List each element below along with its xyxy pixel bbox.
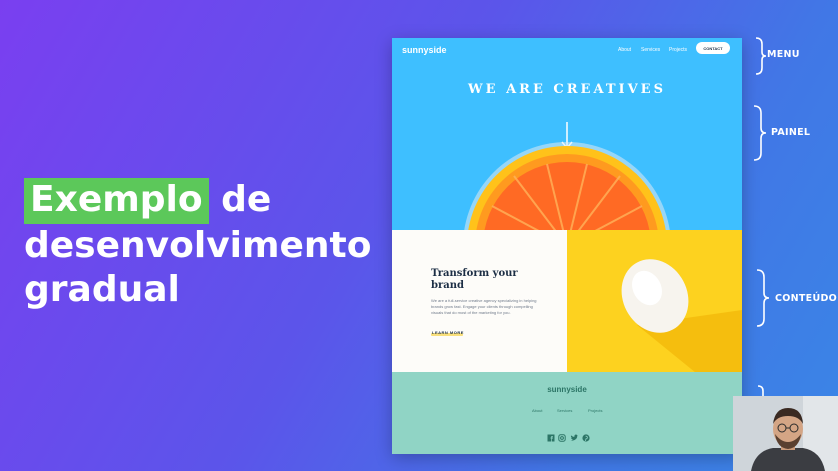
footer-logo[interactable]: sunnyside [392, 385, 742, 394]
pinterest-icon[interactable] [582, 434, 590, 442]
hero-title: WE ARE CREATIVES [468, 82, 666, 97]
title-highlight: Exemplo [24, 178, 209, 224]
hero-section: sunnyside About Services Projects CONTAC… [392, 38, 742, 230]
conteudo-bracket [756, 269, 770, 327]
footer: sunnyside About Services Projects [392, 372, 742, 454]
slide-title: Exemplo de desenvolvimento gradual [24, 178, 372, 312]
label-conteudo: CONTEÚDO [775, 293, 838, 304]
content-body: We are a full-service creative agency sp… [431, 298, 537, 315]
facebook-icon[interactable] [547, 434, 555, 442]
learn-more-link[interactable]: LEARN MORE [432, 330, 464, 335]
footer-link-projects[interactable]: Projects [588, 408, 602, 413]
egg-image [621, 259, 742, 372]
content-title: Transform your brand [431, 268, 518, 291]
website-mockup: sunnyside About Services Projects CONTAC… [392, 38, 742, 454]
contact-button[interactable]: CONTACT [696, 42, 730, 54]
egg-image-panel [567, 230, 742, 372]
instagram-icon[interactable] [558, 434, 566, 442]
nav-link-about[interactable]: About [618, 47, 631, 53]
nav-link-projects[interactable]: Projects [669, 47, 687, 53]
label-menu: MENU [767, 49, 800, 60]
orange-image [464, 142, 670, 230]
title-line2: desenvolvimento [24, 225, 372, 266]
painel-bracket [753, 105, 767, 161]
nav-logo[interactable]: sunnyside [402, 45, 447, 55]
title-line3: gradual [24, 269, 180, 310]
twitter-icon[interactable] [570, 434, 578, 442]
label-painel: PAINEL [771, 127, 811, 138]
title-line1-rest: de [208, 179, 272, 220]
footer-link-about[interactable]: About [532, 408, 542, 413]
presenter-avatar [733, 396, 838, 471]
nav-link-services[interactable]: Services [641, 47, 660, 53]
content-card: Transform your brand We are a full-servi… [392, 230, 567, 372]
footer-link-services[interactable]: Services [557, 408, 572, 413]
webcam-video [733, 396, 838, 471]
menu-bracket [755, 37, 767, 75]
